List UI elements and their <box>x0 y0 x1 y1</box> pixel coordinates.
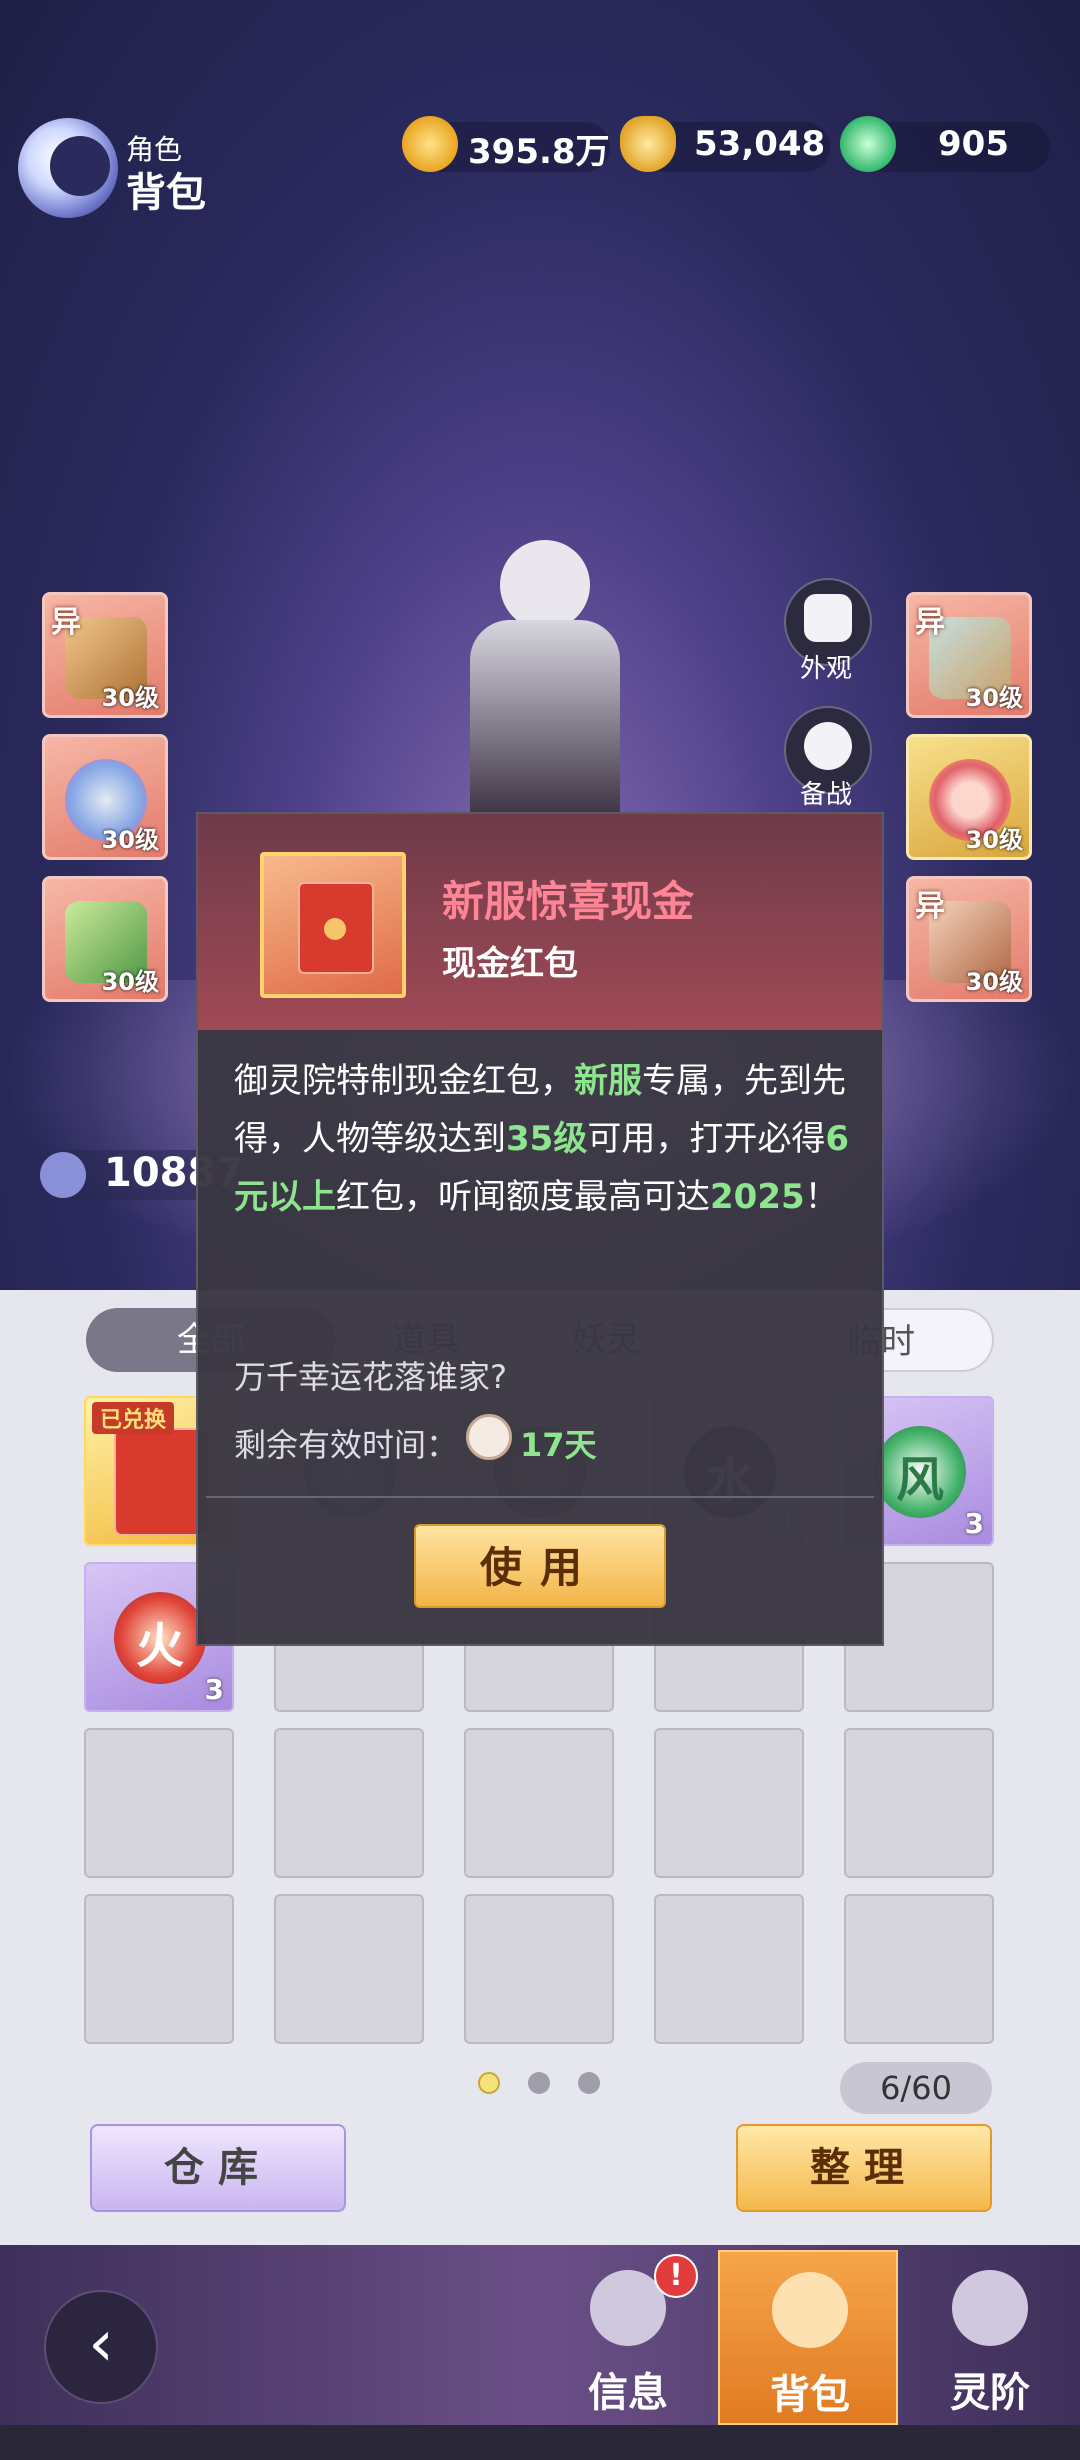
nav-label: 背包 <box>770 2372 850 2418</box>
jade-icon <box>840 116 896 172</box>
skull-mask-icon <box>804 722 852 770</box>
page-dot-active[interactable] <box>478 2072 500 2094</box>
page-dot[interactable] <box>528 2072 550 2094</box>
item-count: 3 <box>204 1673 224 1706</box>
flavor-text: 万千幸运花落谁家? <box>234 1358 507 1396</box>
equip-level: 30级 <box>965 968 1023 996</box>
item-description: 御灵院特制现金红包，新服专属，先到先得，人物等级达到35级可用，打开必得6元以上… <box>234 1052 850 1226</box>
desc-text: 红包，听闻额度最高可达 <box>336 1177 710 1217</box>
currency-jade-value: 905 <box>938 124 1009 164</box>
item-count: 3 <box>964 1507 984 1540</box>
use-button[interactable]: 使用 <box>414 1524 666 1608</box>
equip-level: 30级 <box>101 684 159 712</box>
fire-orb-icon: 火 <box>114 1592 206 1684</box>
bag-slot-empty[interactable] <box>844 1728 994 1878</box>
outfit-icon <box>804 594 852 642</box>
equip-level: 30级 <box>965 684 1023 712</box>
equip-level: 30级 <box>101 968 159 996</box>
appearance-label: 外观 <box>799 654 852 684</box>
equip-slot-weapon[interactable]: 异 30级 <box>42 592 168 718</box>
bag-slot-empty[interactable] <box>84 1894 234 2044</box>
orb-glyph: 火 <box>135 1618 184 1674</box>
equip-slot-ring[interactable]: 30级 <box>906 734 1032 860</box>
divider <box>206 1496 874 1498</box>
red-envelope-icon <box>260 852 406 998</box>
rarity-tag: 异 <box>915 605 945 640</box>
notification-badge: ! <box>654 2254 698 2298</box>
desc-text: ！ <box>804 1177 839 1217</box>
orb-glyph: 风 <box>895 1452 944 1508</box>
power-icon <box>40 1152 86 1198</box>
back-arrow-icon: ‹ <box>88 2307 114 2381</box>
bag-slot-empty[interactable] <box>654 1728 804 1878</box>
page-dot[interactable] <box>578 2072 600 2094</box>
desc-text: 御灵院特制现金红包， <box>234 1061 574 1101</box>
bag-slot-empty[interactable] <box>274 1728 424 1878</box>
bag-icon <box>772 2272 848 2348</box>
bag-slot-empty[interactable] <box>844 1894 994 2044</box>
page-title: 背包 <box>126 170 206 216</box>
expiry-value: 17天 <box>520 1426 597 1464</box>
nav-label: 信息 <box>588 2370 668 2416</box>
desc-highlight: 2025 <box>710 1177 805 1217</box>
gold-ingot-icon <box>620 116 676 172</box>
currency-copper-value: 395.8万 <box>468 132 610 172</box>
warehouse-button[interactable]: 仓库 <box>90 2124 346 2212</box>
character-model[interactable] <box>430 500 660 820</box>
desc-highlight: 35级 <box>506 1119 588 1159</box>
nav-label: 灵阶 <box>950 2370 1030 2416</box>
bag-slot-empty[interactable] <box>274 1894 424 2044</box>
bag-slot-empty[interactable] <box>654 1894 804 2044</box>
bag-slot-empty[interactable] <box>84 1728 234 1878</box>
bag-slot-empty[interactable] <box>464 1728 614 1878</box>
flame-icon <box>952 2270 1028 2346</box>
bag-slot-empty[interactable] <box>464 1894 614 2044</box>
back-button[interactable]: ‹ <box>44 2290 158 2404</box>
nav-item-bag[interactable]: 背包 <box>718 2250 898 2425</box>
equip-slot-armor[interactable]: 异 30级 <box>906 592 1032 718</box>
item-title: 新服惊喜现金 <box>442 877 695 926</box>
desc-highlight: 新服 <box>574 1061 642 1101</box>
desc-text: 可用，打开必得 <box>587 1119 826 1159</box>
moon-emblem-icon <box>18 118 118 218</box>
rarity-tag: 异 <box>915 889 945 924</box>
equip-level: 30级 <box>965 826 1023 854</box>
battle-prep-label: 备战 <box>799 780 852 810</box>
clock-icon <box>466 1414 512 1460</box>
copper-coin-icon <box>402 116 458 172</box>
rarity-tag: 异 <box>51 605 81 640</box>
nav-footer <box>0 2425 1080 2460</box>
equip-level: 30级 <box>101 826 159 854</box>
equip-slot-pendant[interactable]: 30级 <box>42 734 168 860</box>
equip-slot-flute[interactable]: 30级 <box>42 876 168 1002</box>
expiry-label: 剩余有效时间： <box>234 1426 459 1464</box>
wind-orb-icon: 风 <box>874 1426 966 1518</box>
equip-slot-boots[interactable]: 异 30级 <box>906 876 1032 1002</box>
redeemed-badge: 已兑换 <box>92 1402 175 1434</box>
capacity-counter: 6/60 <box>840 2062 992 2114</box>
sort-button[interactable]: 整理 <box>736 2124 992 2212</box>
item-subtitle: 现金红包 <box>442 944 578 984</box>
currency-gold-value: 53,048 <box>694 124 826 164</box>
nav-item-spirit-rank[interactable]: 灵阶 <box>900 2250 1080 2425</box>
